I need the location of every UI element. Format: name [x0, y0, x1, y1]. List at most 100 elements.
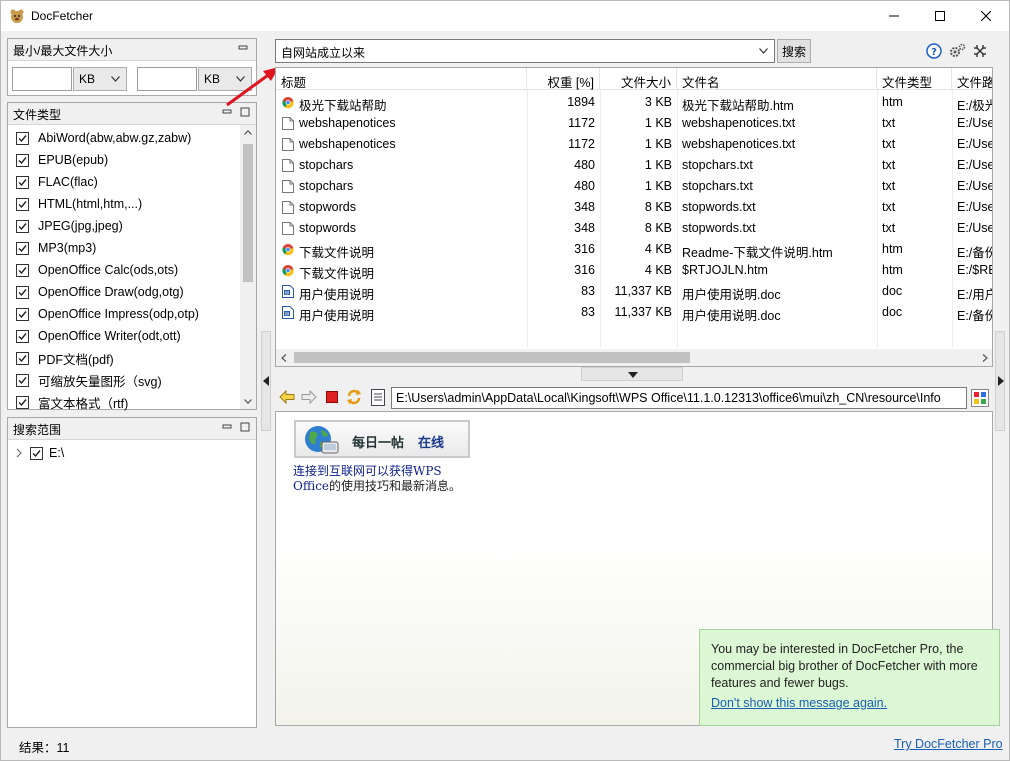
table-row[interactable]: W用户使用说明8311,337 KB用户使用说明.docdocE:/用户 [276, 281, 992, 302]
table-row[interactable]: 下载文件说明 316 4 KB $RTJOJLN.htm htm E:/$RE [276, 260, 992, 281]
table-row[interactable]: stopchars 480 1 KB stopchars.txt txt E:/Use [276, 155, 992, 176]
table-row[interactable]: stopwords 348 8 KB stopwords.txt txt E:/Use [276, 197, 992, 218]
file-type-item[interactable]: PDF文档(pdf) [16, 347, 114, 369]
highlight-toggle-icon[interactable] [971, 389, 989, 407]
tip-of-the-day-banner[interactable]: 每日一帖 在线 [294, 420, 470, 458]
file-type-checkbox[interactable] [16, 285, 29, 299]
file-type-checkbox[interactable] [16, 263, 29, 277]
preview-path-field[interactable]: E:\Users\admin\AppData\Local\Kingsoft\WP… [391, 387, 967, 409]
max-size-input[interactable] [137, 67, 197, 91]
chevron-right-icon[interactable] [14, 448, 26, 458]
file-type-label: AbiWord(abw,abw.gz,zabw) [38, 131, 192, 145]
table-row[interactable]: 极光下载站帮助 1894 3 KB 极光下载站帮助.htm htm E:/极光 [276, 92, 992, 113]
cell-path: E:/Use [957, 116, 993, 130]
file-type-item[interactable]: FLAC(flac) [16, 171, 98, 193]
table-row[interactable]: webshapenotices 1172 1 KB webshapenotices.t… [276, 134, 992, 155]
refresh-icon[interactable] [346, 389, 362, 405]
results-horizontal-scrollbar[interactable] [276, 349, 992, 366]
search-button[interactable]: 搜索 [777, 39, 811, 63]
chevron-left-icon[interactable] [281, 354, 287, 362]
checkmark-icon [18, 244, 27, 252]
file-type-item[interactable]: AbiWord(abw,abw.gz,zabw) [16, 127, 191, 149]
preview-text-line-1: 连接到互联网可以获得WPS [293, 464, 442, 478]
forward-arrow-icon[interactable] [301, 390, 317, 404]
scope-checkbox[interactable] [30, 446, 43, 460]
cell-weight: 83 [581, 305, 595, 319]
cell-filename: 用户使用说明.doc [682, 309, 781, 323]
file-type-panel-title: 文件类型 [13, 108, 62, 122]
file-type-checkbox[interactable] [16, 329, 29, 343]
file-type-item[interactable]: OpenOffice Draw(odg,otg) [16, 281, 184, 303]
file-type-checkbox[interactable] [16, 197, 29, 211]
file-type-checkbox[interactable] [16, 241, 29, 255]
table-row[interactable]: stopchars 480 1 KB stopchars.txt txt E:/Use [276, 176, 992, 197]
column-header-filename[interactable]: 文件名 [677, 68, 877, 90]
file-type-checkbox[interactable] [16, 307, 29, 321]
chevron-down-icon[interactable] [759, 48, 768, 54]
checkmark-icon [18, 376, 27, 384]
results-header-row: 标题 权重 [%] 文件大小 文件名 文件类型 文件路 [276, 68, 992, 90]
file-type-scrollbar[interactable] [240, 125, 256, 409]
maximize-panel-icon[interactable] [240, 422, 250, 432]
file-type-checkbox[interactable] [16, 175, 29, 189]
file-type-checkbox[interactable] [16, 395, 29, 409]
column-header-weight[interactable]: 权重 [%] [527, 68, 600, 90]
right-splitter-handle[interactable] [995, 331, 1005, 431]
file-type-checkbox[interactable] [16, 351, 29, 365]
file-type-item[interactable]: OpenOffice Writer(odt,ott) [16, 325, 181, 347]
file-type-item[interactable]: 富文本格式（rtf) [16, 391, 128, 413]
checkmark-icon [18, 310, 27, 318]
back-arrow-icon[interactable] [279, 390, 295, 404]
file-type-checkbox[interactable] [16, 131, 29, 145]
settings-gear-icon[interactable] [949, 43, 966, 59]
cell-filename: stopchars.txt [682, 158, 753, 172]
min-size-input[interactable] [12, 67, 72, 91]
cell-size: 1 KB [644, 179, 672, 193]
cell-size: 4 KB [644, 242, 672, 256]
file-type-item[interactable]: 可缩放矢量图形（svg) [16, 369, 162, 391]
file-type-label: OpenOffice Draw(odg,otg) [38, 285, 184, 299]
file-type-checkbox[interactable] [16, 219, 29, 233]
min-size-unit-select[interactable]: KB [73, 67, 127, 91]
column-header-path[interactable]: 文件路 [952, 68, 992, 90]
cell-filename: 极光下载站帮助.htm [682, 99, 794, 113]
collapse-right-icon [998, 376, 1004, 386]
file-type-item[interactable]: HTML(html,htm,...) [16, 193, 142, 215]
file-type-panel: 文件类型 AbiWord(abw,abw.gz,zabw) EPUB(epub) F… [7, 102, 257, 413]
document-icon[interactable] [371, 389, 385, 406]
scrollbar-thumb[interactable] [294, 352, 690, 363]
dont-show-again-link[interactable]: Don't show this message again. [711, 695, 988, 712]
close-button[interactable] [963, 1, 1009, 31]
scope-tree-item[interactable]: E:\ [14, 444, 64, 462]
horizontal-splitter-handle[interactable] [581, 367, 683, 381]
table-row[interactable]: 下载文件说明 316 4 KB Readme-下载文件说明.htm htm E:/备份 [276, 239, 992, 260]
column-header-size[interactable]: 文件大小 [600, 68, 677, 90]
left-splitter-handle[interactable] [261, 331, 271, 431]
file-type-checkbox[interactable] [16, 153, 29, 167]
file-type-item[interactable]: EPUB(epub) [16, 149, 108, 171]
maximize-button[interactable] [917, 1, 963, 31]
table-row[interactable]: stopwords 348 8 KB stopwords.txt txt E:/Use [276, 218, 992, 239]
scrollbar-thumb[interactable] [243, 144, 253, 282]
cell-size: 8 KB [644, 200, 672, 214]
file-type-checkbox[interactable] [16, 373, 29, 387]
stop-icon[interactable] [326, 391, 338, 403]
try-pro-link[interactable]: Try DocFetcher Pro [894, 736, 1003, 753]
minimize-panel-icon[interactable] [222, 422, 232, 432]
file-type-item[interactable]: MP3(mp3) [16, 237, 96, 259]
checkmark-icon [18, 134, 27, 142]
table-row[interactable]: webshapenotices 1172 1 KB webshapenotices.t… [276, 113, 993, 134]
minimize-button[interactable] [871, 1, 917, 31]
table-row[interactable]: W用户使用说明8311,337 KB用户使用说明.docdocE:/备份 [276, 302, 992, 323]
chevron-right-icon[interactable] [982, 354, 988, 362]
column-header-type[interactable]: 文件类型 [877, 68, 952, 90]
search-query-combobox[interactable]: 自网站成立以来 [275, 39, 775, 63]
minimize-panel-icon[interactable] [238, 43, 248, 53]
cell-title: webshapenotices [299, 137, 396, 151]
column-header-title[interactable]: 标题 [276, 68, 527, 90]
help-icon[interactable]: ? [926, 43, 942, 59]
compact-view-icon[interactable] [973, 44, 987, 58]
file-type-item[interactable]: OpenOffice Impress(odp,otp) [16, 303, 199, 325]
file-type-item[interactable]: JPEG(jpg,jpeg) [16, 215, 123, 237]
file-type-item[interactable]: OpenOffice Calc(ods,ots) [16, 259, 178, 281]
